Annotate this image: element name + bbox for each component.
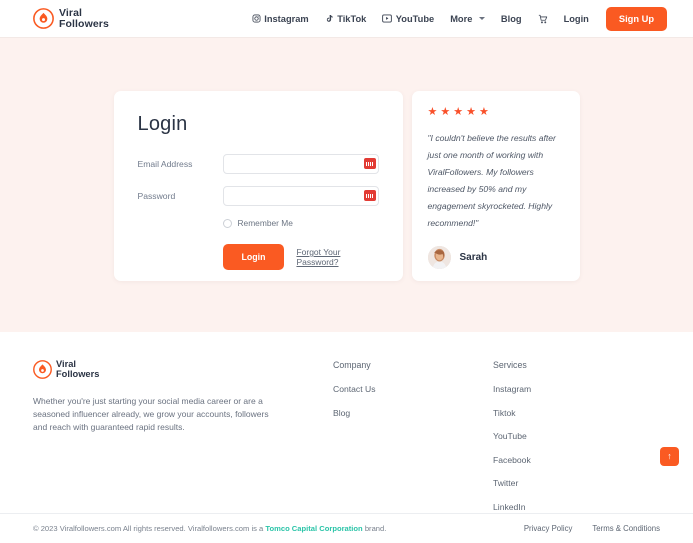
legal-links: Privacy Policy Terms & Conditions: [524, 524, 660, 533]
star-icon: ★: [427, 106, 438, 118]
rating-stars: ★ ★ ★ ★ ★: [428, 107, 565, 118]
nav-label-instagram: Instagram: [264, 13, 309, 24]
main-navigation: Instagram TikTok YouTube More Blog Login…: [244, 6, 667, 31]
tiktok-icon: [325, 14, 334, 23]
instagram-icon: [252, 14, 261, 23]
nav-label-blog: Blog: [500, 13, 522, 24]
footer-link-twitter[interactable]: Twitter: [493, 478, 531, 488]
nav-item-instagram[interactable]: Instagram: [244, 14, 317, 24]
nav-label-youtube: YouTube: [395, 13, 435, 24]
password-input[interactable]: [222, 186, 379, 206]
footer-column-services: Services Instagram Tiktok YouTube Facebo…: [493, 360, 531, 512]
footer-link-blog[interactable]: Blog: [333, 408, 493, 418]
copyright-suffix: brand.: [362, 524, 387, 533]
tomco-capital-link[interactable]: Tomco Capital Corporation: [265, 524, 362, 533]
signup-button[interactable]: Sign Up: [605, 6, 667, 31]
star-icon: ★: [440, 106, 451, 118]
flame-droplet-icon: [33, 8, 54, 29]
arrow-up-icon: ↑: [667, 451, 672, 461]
footer-logo[interactable]: Viral Followers: [33, 359, 333, 379]
testimonial-card: ★ ★ ★ ★ ★ "I couldn't believe the result…: [411, 91, 580, 281]
footer-link-facebook[interactable]: Facebook: [493, 455, 531, 465]
footer-logo-line-2: Followers: [56, 368, 100, 379]
nav-item-more[interactable]: More: [442, 14, 493, 24]
forgot-password-link[interactable]: Forgot Your Password?: [296, 247, 378, 267]
nav-label-login: Login: [563, 13, 589, 24]
hero-section: Login Email Address Password Remember Me…: [0, 38, 693, 332]
password-label: Password: [137, 191, 176, 201]
nav-item-blog[interactable]: Blog: [493, 14, 530, 24]
star-icon: ★: [479, 106, 489, 118]
nav-item-tiktok[interactable]: TikTok: [317, 14, 375, 24]
password-field-row: Password: [138, 186, 379, 206]
remember-me-checkbox[interactable]: [222, 218, 232, 228]
avatar: [427, 246, 451, 269]
chevron-down-icon: [478, 17, 485, 20]
site-logo[interactable]: Viral Followers: [33, 8, 109, 29]
password-input-wrap: [222, 186, 379, 206]
page-title: Login: [137, 113, 188, 135]
email-field-row: Email Address: [138, 154, 379, 174]
login-actions: Login Forgot Your Password?: [222, 244, 379, 270]
footer-logo-line-1: Viral: [56, 359, 76, 369]
scroll-to-top-button[interactable]: ↑: [660, 447, 679, 466]
testimonial-author: Sarah: [427, 246, 565, 269]
footer-description: Whether you're just starting your social…: [33, 396, 269, 432]
footer-link-youtube[interactable]: YouTube: [493, 431, 531, 441]
testimonial-quote: "I couldn't believe the results after ju…: [427, 133, 556, 228]
author-name: Sarah: [459, 252, 488, 263]
star-icon: ★: [453, 106, 464, 118]
password-manager-icon[interactable]: [363, 190, 376, 201]
nav-label-more: More: [450, 13, 473, 24]
password-manager-icon[interactable]: [363, 158, 376, 169]
logo-line-2: Followers: [59, 17, 109, 30]
footer-column-company: Company Contact Us Blog: [333, 360, 493, 508]
footer-link-tiktok[interactable]: Tiktok: [493, 408, 531, 418]
site-footer: Viral Followers Whether you're just star…: [0, 332, 693, 512]
footer-link-linkedin[interactable]: LinkedIn: [493, 502, 531, 512]
email-input[interactable]: [222, 154, 379, 174]
copyright-text: © 2023 Viralfollowers.com All rights res…: [33, 524, 386, 533]
star-icon: ★: [466, 106, 476, 118]
login-card: Login Email Address Password Remember Me…: [113, 91, 403, 281]
footer-bottom-bar: © 2023 Viralfollowers.com All rights res…: [0, 513, 693, 543]
terms-conditions-link[interactable]: Terms & Conditions: [592, 524, 660, 533]
nav-item-cart[interactable]: [530, 14, 556, 24]
footer-about: Viral Followers Whether you're just star…: [33, 359, 333, 508]
nav-item-youtube[interactable]: YouTube: [374, 14, 442, 24]
remember-me-label: Remember Me: [237, 218, 293, 228]
footer-company-title: Company: [333, 360, 371, 370]
flame-droplet-icon: [33, 360, 52, 379]
email-label: Email Address: [137, 159, 193, 169]
youtube-icon: [382, 14, 393, 23]
remember-me-row[interactable]: Remember Me: [222, 218, 379, 228]
privacy-policy-link[interactable]: Privacy Policy: [524, 524, 573, 533]
nav-item-login[interactable]: Login: [556, 14, 597, 24]
footer-logo-wordmark: Viral Followers: [56, 359, 100, 379]
login-button[interactable]: Login: [222, 244, 285, 270]
nav-label-tiktok: TikTok: [337, 13, 367, 24]
footer-link-instagram[interactable]: Instagram: [493, 384, 531, 394]
footer-link-contact-us[interactable]: Contact Us: [333, 384, 493, 394]
footer-services-title: Services: [493, 360, 527, 370]
site-header: Viral Followers Instagram TikTok YouTube…: [0, 0, 693, 38]
cart-icon: [538, 14, 548, 24]
copyright-prefix: © 2023 Viralfollowers.com All rights res…: [33, 524, 266, 533]
logo-wordmark: Viral Followers: [59, 8, 109, 29]
email-input-wrap: [222, 154, 379, 174]
